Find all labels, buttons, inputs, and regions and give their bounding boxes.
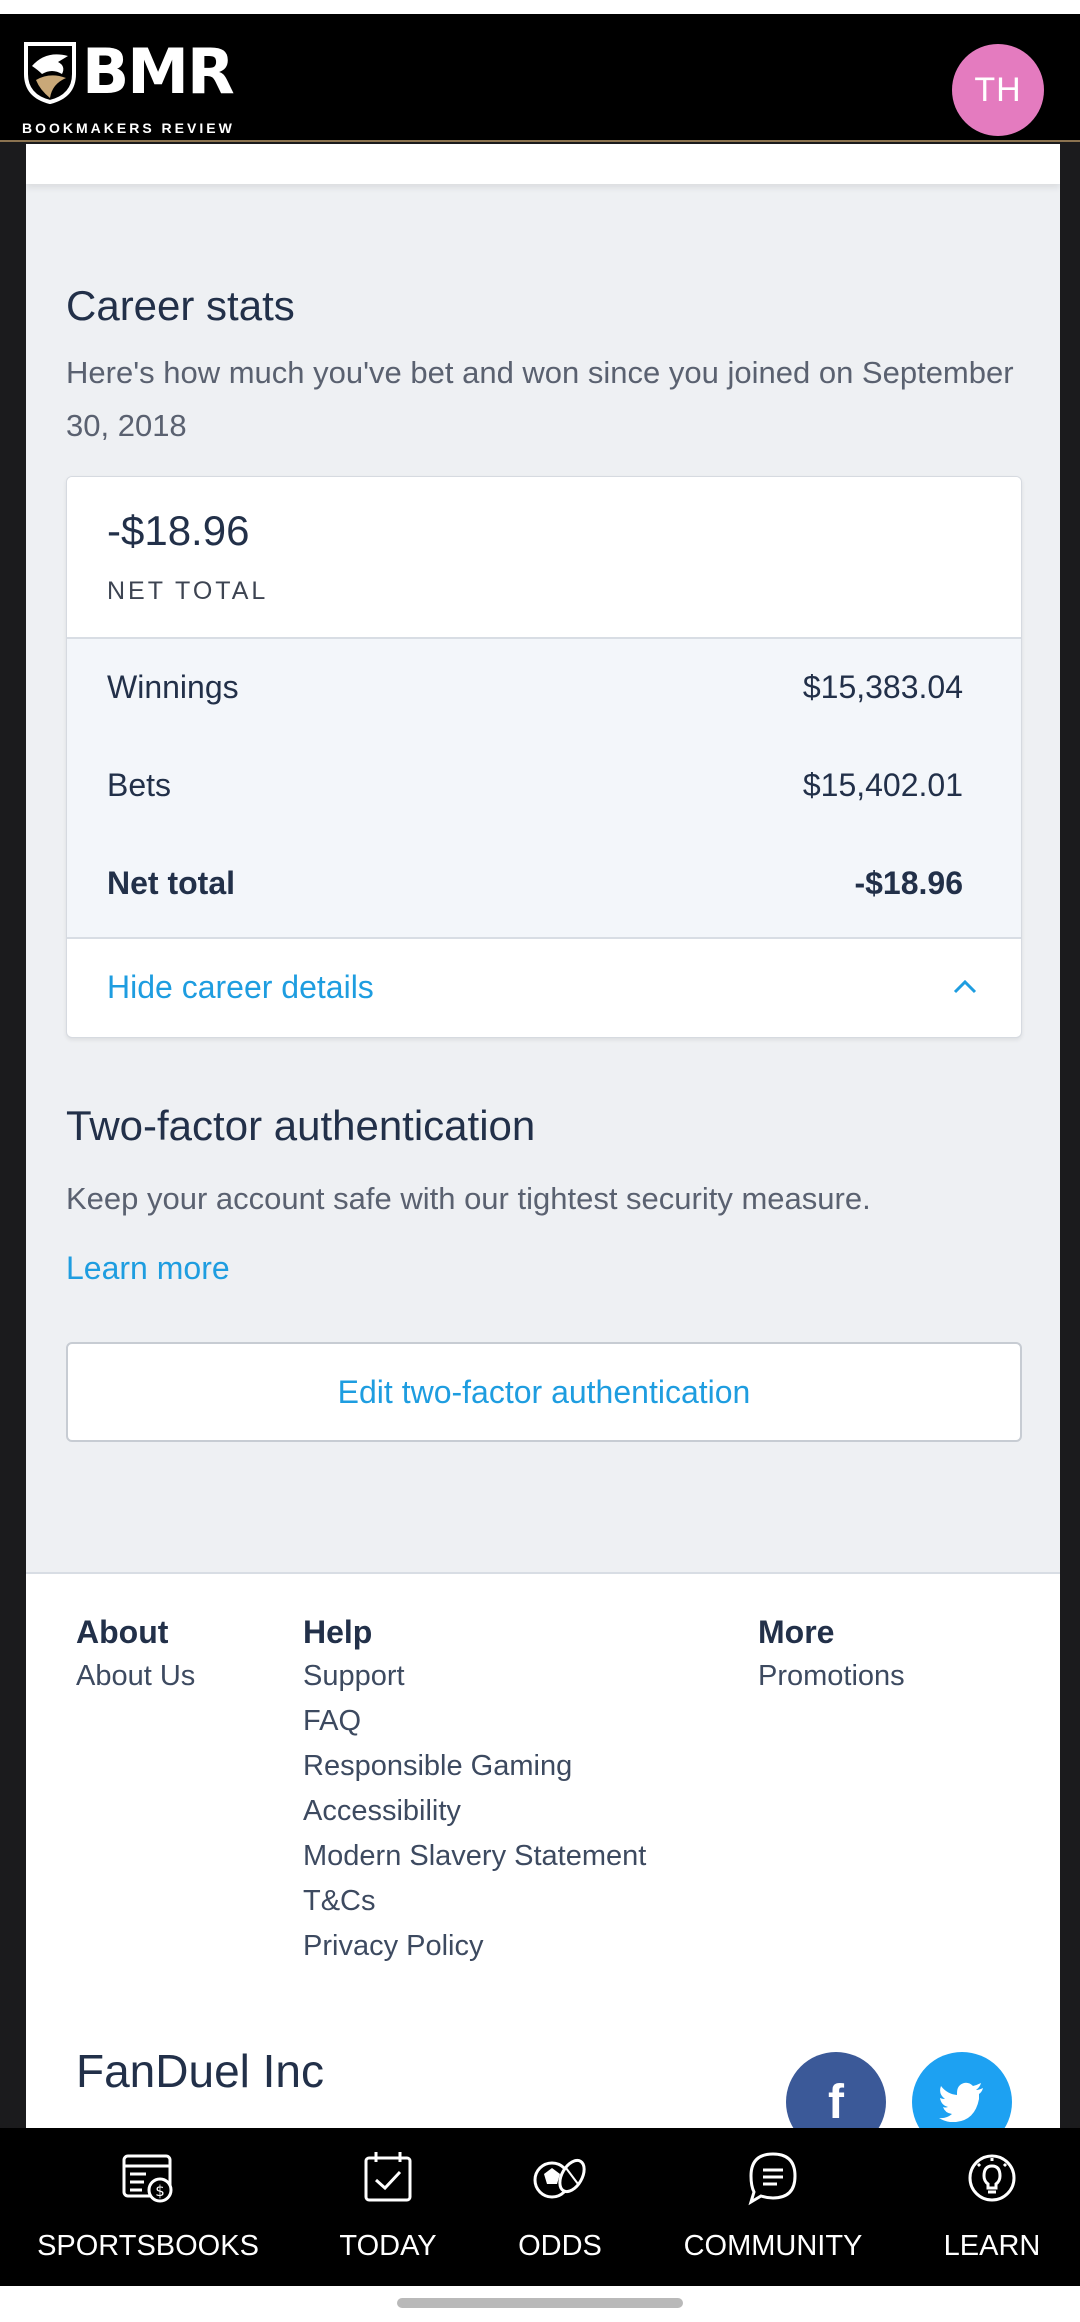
bottom-navigation: $ SPORTSBOOKS TODAY ODDS COMMUNITY LEARN: [0, 2128, 1080, 2286]
footer-link-accessibility[interactable]: Accessibility: [303, 1789, 646, 1834]
bets-value: $15,402.01: [802, 767, 963, 803]
career-stats-card: -$18.96 NET TOTAL Winnings $15,383.04 Be…: [66, 476, 1022, 1038]
footer-link-responsible-gaming[interactable]: Responsible Gaming: [303, 1744, 646, 1789]
nav-sportsbooks-label: SPORTSBOOKS: [37, 2230, 259, 2262]
nav-community-label: COMMUNITY: [683, 2230, 863, 2262]
hide-career-details-toggle[interactable]: Hide career details: [67, 939, 1021, 1037]
two-factor-title: Two-factor authentication: [66, 1102, 536, 1149]
footer-column-help: Help Support FAQ Responsible Gaming Acce…: [303, 1610, 646, 1969]
nav-learn-label: LEARN: [943, 2230, 1041, 2262]
winnings-label: Winnings: [107, 669, 239, 705]
left-edge: [0, 144, 26, 2144]
hide-career-details-label: Hide career details: [107, 969, 374, 1005]
winnings-value: $15,383.04: [802, 669, 963, 705]
nav-today-label: TODAY: [339, 2230, 437, 2262]
chevron-up-icon: [953, 979, 977, 994]
nav-odds-label: ODDS: [518, 2230, 602, 2262]
learn-more-link[interactable]: Learn more: [66, 1250, 230, 1287]
home-indicator[interactable]: [397, 2298, 683, 2308]
sportsbook-icon: $: [122, 2154, 173, 2203]
status-bar: [0, 0, 1080, 14]
net-total-caption: NET TOTAL: [107, 577, 269, 605]
previous-card-bottom: [26, 144, 1060, 184]
career-stats-description: Here's how much you've bet and won since…: [66, 355, 1014, 443]
footer-heading-more: More: [758, 1614, 835, 1650]
footer-link-terms[interactable]: T&Cs: [303, 1879, 646, 1924]
nav-community[interactable]: COMMUNITY: [672, 2128, 874, 2286]
svg-text:$: $: [155, 2182, 165, 2200]
balls-icon: [533, 2158, 586, 2199]
eagle-logo-icon: [24, 42, 76, 104]
nav-odds[interactable]: ODDS: [500, 2128, 620, 2286]
footer-heading-help: Help: [303, 1614, 373, 1650]
user-avatar[interactable]: TH: [952, 44, 1044, 136]
footer-link-about-us[interactable]: About Us: [76, 1654, 195, 1699]
home-indicator-area: [0, 2286, 1080, 2322]
company-name: FanDuel Inc: [76, 2045, 325, 2097]
footer-column-about: About About Us: [76, 1610, 195, 1699]
career-details: Winnings $15,383.04 Bets $15,402.01 Net …: [67, 639, 1021, 939]
facebook-icon: f: [828, 2075, 844, 2129]
nav-learn[interactable]: LEARN: [932, 2128, 1052, 2286]
chat-icon: [748, 2152, 797, 2206]
logo-subtitle: BOOKMAKERS REVIEW: [22, 120, 235, 136]
bets-label: Bets: [107, 767, 172, 803]
footer-link-privacy[interactable]: Privacy Policy: [303, 1924, 646, 1969]
lightbulb-icon: [968, 2154, 1016, 2202]
twitter-icon: [939, 2082, 983, 2122]
footer-link-modern-slavery[interactable]: Modern Slavery Statement: [303, 1834, 646, 1879]
app-header: BMR BOOKMAKERS REVIEW TH: [0, 14, 1080, 142]
net-total-label: Net total: [107, 865, 235, 901]
net-total-summary: -$18.96 NET TOTAL: [67, 477, 1021, 639]
calendar-check-icon: [364, 2152, 412, 2202]
two-factor-description: Keep your account safe with our tightest…: [66, 1181, 871, 1216]
logo-text: BMR: [82, 35, 235, 108]
nav-today[interactable]: TODAY: [318, 2128, 458, 2286]
site-footer: About About Us Help Support FAQ Responsi…: [26, 1572, 1060, 2144]
net-total-amount: -$18.96: [107, 507, 250, 554]
net-total-value: -$18.96: [854, 865, 963, 901]
career-stats-title: Career stats: [66, 282, 295, 329]
footer-link-promotions[interactable]: Promotions: [758, 1654, 905, 1699]
footer-column-more: More Promotions: [758, 1610, 905, 1699]
footer-link-support[interactable]: Support: [303, 1654, 646, 1699]
account-page: Career stats Here's how much you've bet …: [26, 144, 1060, 2144]
footer-link-faq[interactable]: FAQ: [303, 1699, 646, 1744]
edit-two-factor-button[interactable]: Edit two-factor authentication: [66, 1342, 1022, 1442]
bmr-logo[interactable]: BMR BOOKMAKERS REVIEW: [22, 35, 282, 136]
footer-heading-about: About: [76, 1614, 169, 1650]
nav-sportsbooks[interactable]: $ SPORTSBOOKS: [28, 2128, 268, 2286]
